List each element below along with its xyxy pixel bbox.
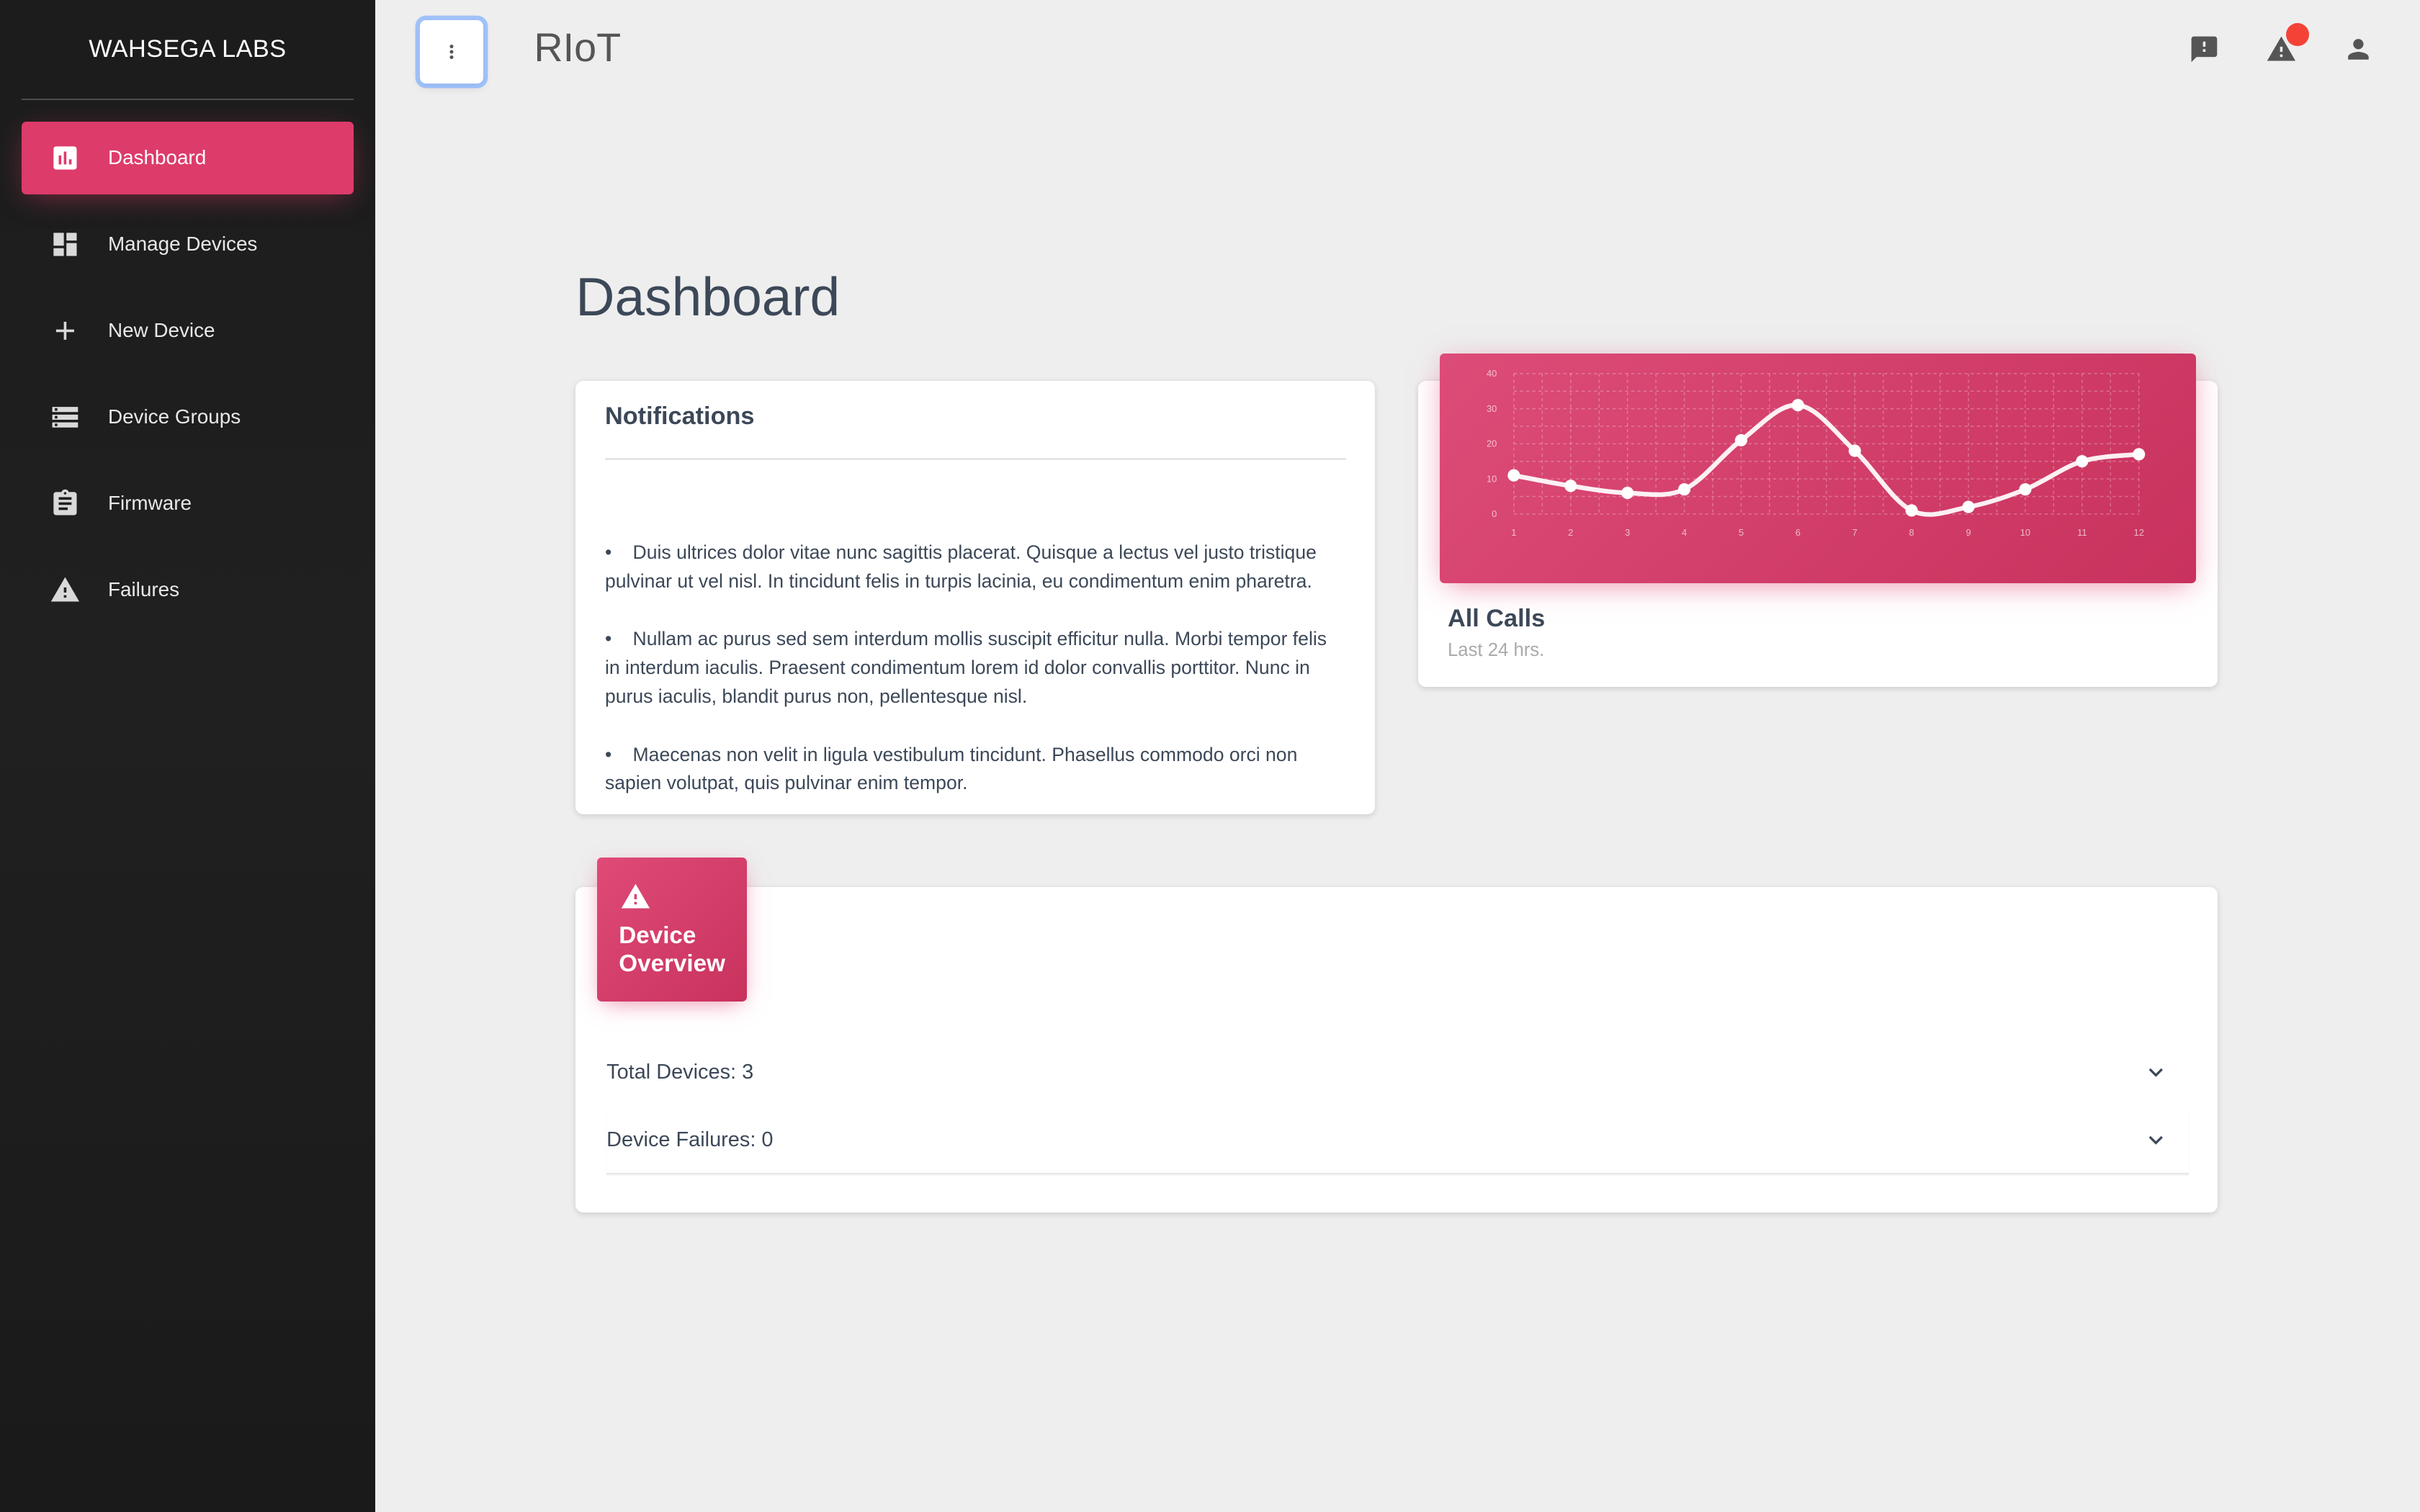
y-tick-label: 10: [1487, 473, 1497, 484]
sidebar-item-label: Failures: [107, 578, 179, 601]
feedback-icon: [2191, 36, 2217, 63]
topbar-actions: [2189, 23, 2374, 65]
notifications-list: Duis ultrices dolor vitae nunc sagittis …: [605, 539, 1346, 827]
sidebar-item-device-groups[interactable]: Device Groups: [22, 381, 354, 454]
sidebar-item-firmware[interactable]: Firmware: [22, 467, 354, 540]
calls-title: All Calls: [1447, 605, 1546, 632]
storage-icon: [50, 402, 81, 433]
list-item: Maecenas non velit in ligula vestibulum …: [605, 741, 1346, 798]
data-point: [2133, 448, 2146, 461]
line-chart: 0102030401 2 3 4 5 6 7 8 9 10 11 12: [1487, 368, 2146, 538]
profile-button[interactable]: [2343, 34, 2374, 65]
page-title: Dashboard: [575, 266, 841, 327]
data-point: [1678, 482, 1691, 496]
panel-label: Total Devices: 3: [606, 1060, 754, 1084]
x-tick-label: 11: [2077, 527, 2087, 538]
calls-chart: 0 10 20 30 40 1 2 3 4 5 6 7 8 9 10 11 12: [1440, 353, 2197, 583]
y-tick-label: 0: [1492, 508, 1497, 519]
plus-icon: [50, 315, 81, 346]
chevron-down-icon: [2148, 1136, 2164, 1145]
x-tick-label: 3: [1625, 527, 1630, 538]
sidebar-item-label: Dashboard: [107, 146, 207, 169]
x-tick-label: 4: [1682, 527, 1687, 538]
panel-label: Device Failures: 0: [606, 1128, 774, 1152]
device-failures-panel[interactable]: Device Failures: 0: [606, 1108, 2189, 1174]
total-devices-panel[interactable]: Total Devices: 3: [606, 1040, 2188, 1104]
x-tick-label: 10: [2020, 527, 2030, 538]
x-tick-label: 1: [1512, 527, 1517, 538]
sidebar-item-label: Manage Devices: [107, 233, 258, 256]
chevron-down-icon: [2148, 1068, 2164, 1077]
data-point: [1507, 469, 1520, 482]
data-point: [1962, 500, 1975, 513]
sidebar-nav: Dashboard Manage Devices New Device Devi…: [0, 122, 375, 626]
y-tick-label: 20: [1487, 438, 1497, 449]
x-tick-label: 8: [1909, 527, 1914, 538]
sidebar-item-label: Device Groups: [107, 405, 241, 428]
sidebar-item-label: New Device: [107, 319, 215, 342]
sidebar-item-dashboard[interactable]: Dashboard: [22, 122, 354, 194]
x-tick-label: 9: [1966, 527, 1971, 538]
data-point: [1621, 486, 1634, 499]
x-tick-label: 12: [2134, 527, 2144, 538]
alerts-button[interactable]: [2266, 23, 2309, 65]
app-title: RIoT: [534, 25, 622, 71]
y-tick-label: 40: [1487, 368, 1497, 379]
sidebar-item-manage-devices[interactable]: Manage Devices: [22, 208, 354, 281]
data-point: [2076, 454, 2089, 468]
data-point: [1564, 479, 1577, 492]
sidebar: WAHSEGA LABS Dashboard Manage Devices Ne…: [0, 0, 375, 1512]
x-tick-label: 7: [1852, 527, 1857, 538]
warning-icon: [622, 883, 650, 909]
dashboard-grid-icon: [50, 229, 81, 260]
sidebar-item-new-device[interactable]: New Device: [22, 294, 354, 367]
sidebar-item-label: Firmware: [107, 492, 192, 515]
person-icon: [2348, 39, 2369, 60]
data-point: [2019, 482, 2032, 496]
data-point: [1905, 504, 1918, 517]
notifications-card: Notifications Duis ultrices dolor vitae …: [575, 381, 1376, 815]
warning-icon: [50, 575, 81, 606]
list-item: Duis ultrices dolor vitae nunc sagittis …: [605, 539, 1346, 596]
data-point: [1848, 444, 1862, 457]
device-overview-title: Device Overview: [619, 922, 725, 977]
more-vert-icon: [449, 44, 454, 59]
data-point: [1792, 398, 1805, 412]
calls-subtitle: Last 24 hrs.: [1447, 640, 1545, 661]
device-overview-header: Device Overview: [597, 858, 748, 1002]
x-tick-label: 2: [1568, 527, 1573, 538]
divider: [604, 458, 1346, 460]
clipboard-icon: [50, 488, 81, 519]
sidebar-item-failures[interactable]: Failures: [22, 554, 354, 626]
sidebar-toggle-button[interactable]: [419, 19, 483, 84]
list-item: Nullam ac purus sed sem interdum mollis …: [605, 625, 1346, 711]
data-point: [1735, 433, 1748, 446]
x-tick-label: 6: [1796, 527, 1801, 538]
brand-logo[interactable]: WAHSEGA LABS: [22, 0, 354, 101]
x-tick-label: 5: [1739, 527, 1744, 538]
bar-chart-icon: [50, 143, 81, 174]
notification-badge: [2285, 23, 2309, 47]
notifications-title: Notifications: [604, 402, 755, 431]
feedback-button[interactable]: [2189, 34, 2220, 65]
y-tick-label: 30: [1487, 403, 1497, 414]
